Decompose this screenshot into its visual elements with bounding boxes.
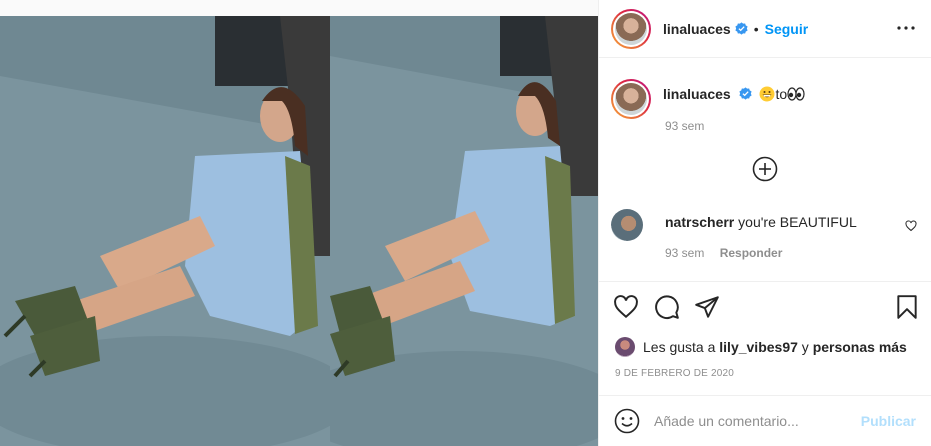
author-username[interactable]: linaluaces (663, 21, 731, 37)
post-header: linaluaces • Seguir (599, 0, 931, 58)
caption-username[interactable]: linaluaces (663, 86, 731, 102)
caption-text: to (775, 86, 788, 102)
share-icon[interactable] (694, 294, 720, 320)
top-strip (0, 0, 598, 16)
post-date: 9 DE FEBRERO DE 2020 (615, 368, 735, 379)
caption-avatar[interactable] (611, 79, 651, 119)
plus-circle-icon[interactable] (752, 156, 778, 182)
post-media[interactable] (0, 16, 598, 446)
likes-summary[interactable]: Les gusta a lily_vibes97 y personas más (615, 337, 907, 357)
commenter-username[interactable]: natrscherr (665, 214, 734, 230)
likes-conjunction: y (801, 339, 809, 355)
verified-badge-icon (735, 22, 748, 35)
likes-others[interactable]: personas más (813, 339, 907, 355)
comment-like-heart-icon[interactable] (905, 220, 917, 232)
post-photo-left (0, 16, 330, 446)
heart-icon[interactable] (613, 294, 639, 320)
reply-button[interactable]: Responder (720, 246, 783, 260)
comment-meta: 93 sem Responder (665, 246, 782, 260)
comment-text-line: natrscherr you're BEAUTIFUL (665, 214, 857, 230)
comment-text: you're BEAUTIFUL (738, 214, 857, 230)
caption-timestamp: 93 sem (665, 119, 705, 133)
post-details-panel: linaluaces • Seguir linaluaces to 93 sem… (598, 0, 931, 446)
add-comment-bar: Añade un comentario... Publicar (599, 395, 931, 446)
eyes-emoji (787, 87, 805, 101)
post-photo-right (330, 16, 598, 446)
verified-badge-icon (739, 87, 752, 100)
publish-button[interactable]: Publicar (861, 413, 916, 429)
follow-button[interactable]: Seguir (765, 21, 809, 37)
comment-icon[interactable] (654, 294, 680, 320)
author-avatar[interactable] (611, 8, 651, 49)
grinning-face-emoji (759, 86, 775, 102)
likes-prefix: Les gusta a (643, 339, 716, 355)
comment-timestamp: 93 sem (665, 246, 705, 260)
header-separator: • (753, 20, 759, 37)
comments-section: linaluaces to 93 sem natrscherr you're B… (599, 59, 931, 281)
bookmark-icon[interactable] (894, 294, 920, 320)
commenter-avatar[interactable] (611, 209, 643, 241)
more-options-icon[interactable] (896, 18, 916, 38)
comment-input[interactable]: Añade un comentario... (654, 413, 861, 429)
post-caption: linaluaces to 93 sem (611, 79, 805, 133)
caption-text-line: linaluaces to (663, 86, 805, 119)
smiley-icon[interactable] (614, 408, 640, 434)
liker-avatar (615, 337, 635, 357)
post-actions-bar (599, 281, 931, 331)
liker-username[interactable]: lily_vibes97 (719, 339, 798, 355)
